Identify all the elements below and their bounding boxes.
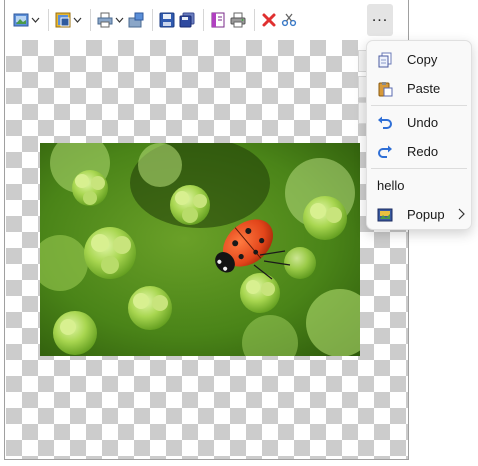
context-menu: Copy Paste Undo Redo hello Popup	[366, 40, 472, 230]
export-icon	[128, 12, 144, 28]
undo-icon	[377, 115, 393, 131]
frame-button[interactable]	[55, 9, 82, 31]
image-viewer-panel: ...	[4, 0, 409, 460]
toolbar: ...	[5, 0, 408, 40]
menu-separator	[371, 168, 467, 169]
menu-item-redo[interactable]: Redo	[367, 137, 471, 166]
print-options-icon	[97, 12, 113, 28]
more-icon: ...	[371, 8, 389, 25]
print-icon	[230, 12, 246, 28]
chevron-right-icon	[458, 208, 465, 223]
image-button[interactable]	[13, 9, 40, 31]
menu-item-popup[interactable]: Popup	[367, 200, 471, 229]
copy-icon	[377, 52, 393, 68]
picture-frame-icon	[55, 12, 71, 28]
toolbar-separator	[203, 9, 204, 31]
delete-button[interactable]	[261, 9, 277, 31]
menu-item-label: Redo	[407, 144, 439, 159]
export-button[interactable]	[128, 9, 144, 31]
redo-icon	[377, 144, 393, 160]
menu-item-hello[interactable]: hello	[367, 171, 471, 200]
chevron-down-icon[interactable]	[115, 9, 124, 31]
save-button[interactable]	[159, 9, 175, 31]
cut-button[interactable]	[281, 9, 297, 31]
menu-item-undo[interactable]: Undo	[367, 108, 471, 137]
delete-icon	[262, 13, 276, 27]
menu-item-label: Undo	[407, 115, 439, 130]
image-icon	[13, 13, 29, 27]
menu-item-copy[interactable]: Copy	[367, 45, 471, 74]
chevron-down-icon[interactable]	[73, 9, 82, 31]
book-icon	[211, 12, 225, 28]
scroll-stub	[358, 50, 366, 72]
toolbar-separator	[152, 9, 153, 31]
chevron-down-icon[interactable]	[31, 9, 40, 31]
menu-item-label: Copy	[407, 52, 438, 67]
menu-item-paste[interactable]: Paste	[367, 74, 471, 103]
menu-item-label: hello	[377, 178, 405, 193]
print-options-button[interactable]	[97, 9, 124, 31]
menu-separator	[371, 105, 467, 106]
popup-image-icon	[377, 207, 393, 223]
toolbar-separator	[48, 9, 49, 31]
paste-icon	[377, 81, 393, 97]
menu-item-label: Paste	[407, 81, 441, 96]
save-all-icon	[179, 12, 195, 28]
save-icon	[159, 12, 175, 28]
book-button[interactable]	[210, 9, 226, 31]
more-options-button[interactable]: ...	[367, 4, 393, 36]
scissors-icon	[281, 13, 297, 27]
toolbar-separator	[254, 9, 255, 31]
image-canvas[interactable]	[6, 40, 408, 459]
print-button[interactable]	[230, 9, 246, 31]
menu-item-label: Popup	[407, 207, 445, 222]
toolbar-separator	[90, 9, 91, 31]
scroll-stub	[358, 102, 366, 124]
ladybug-photo	[40, 143, 360, 356]
save-all-button[interactable]	[179, 9, 195, 31]
scroll-stub	[358, 76, 366, 98]
